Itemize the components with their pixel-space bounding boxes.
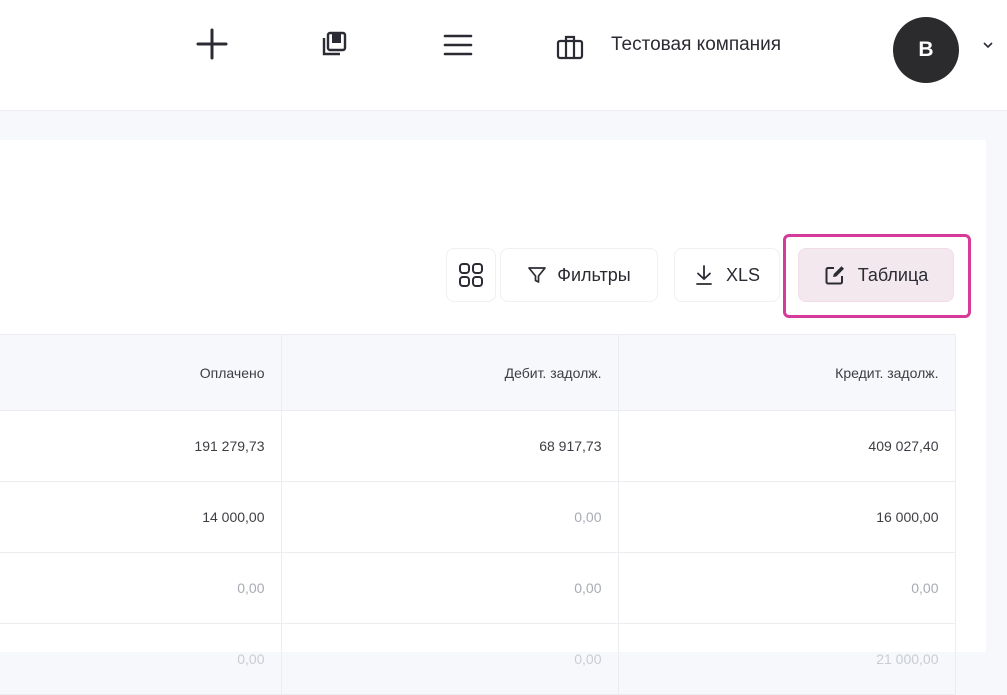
top-bar: Тестовая компания В — [0, 0, 1007, 111]
chevron-down-icon[interactable] — [982, 37, 994, 49]
grid-icon — [459, 263, 483, 287]
cell-credit: 21 000,00 — [618, 623, 956, 695]
download-icon — [696, 265, 712, 285]
cell-credit: 16 000,00 — [618, 481, 956, 553]
highlight-frame — [783, 234, 971, 318]
grid-view-button[interactable] — [446, 248, 496, 302]
cell-debit: 0,00 — [281, 552, 619, 624]
table-header-row: Оплачено Дебит. задолж. Кредит. задолж. — [0, 334, 956, 411]
company-name[interactable]: Тестовая компания — [611, 30, 781, 60]
column-header-credit[interactable]: Кредит. задолж. — [618, 334, 956, 411]
cell-paid: 191 279,73 — [0, 410, 282, 482]
pages-icon[interactable] — [320, 30, 348, 58]
cell-debit: 0,00 — [281, 481, 619, 553]
table-row[interactable]: 191 279,73 68 917,73 409 027,40 — [0, 410, 956, 482]
page-background — [986, 140, 1007, 652]
plus-icon[interactable] — [194, 26, 230, 62]
cell-debit: 68 917,73 — [281, 410, 619, 482]
table-row[interactable]: 0,00 0,00 21 000,00 — [0, 623, 956, 695]
cell-credit: 409 027,40 — [618, 410, 956, 482]
finance-table: Оплачено Дебит. задолж. Кредит. задолж. … — [0, 334, 956, 695]
briefcase-icon — [556, 34, 584, 60]
avatar[interactable]: В — [893, 17, 959, 83]
column-header-debit[interactable]: Дебит. задолж. — [281, 334, 619, 411]
filters-label: Фильтры — [557, 264, 631, 285]
export-xls-button[interactable]: XLS — [674, 248, 780, 302]
column-header-paid[interactable]: Оплачено — [0, 334, 282, 411]
filters-button[interactable]: Фильтры — [500, 248, 658, 302]
filter-icon — [528, 267, 547, 283]
cell-debit: 0,00 — [281, 623, 619, 695]
cell-credit: 0,00 — [618, 552, 956, 624]
menu-icon[interactable] — [442, 30, 474, 60]
cell-paid: 0,00 — [0, 552, 282, 624]
cell-paid: 14 000,00 — [0, 481, 282, 553]
table-row[interactable]: 0,00 0,00 0,00 — [0, 552, 956, 624]
cell-paid: 0,00 — [0, 623, 282, 695]
table-row[interactable]: 14 000,00 0,00 16 000,00 — [0, 481, 956, 553]
xls-label: XLS — [725, 264, 761, 285]
